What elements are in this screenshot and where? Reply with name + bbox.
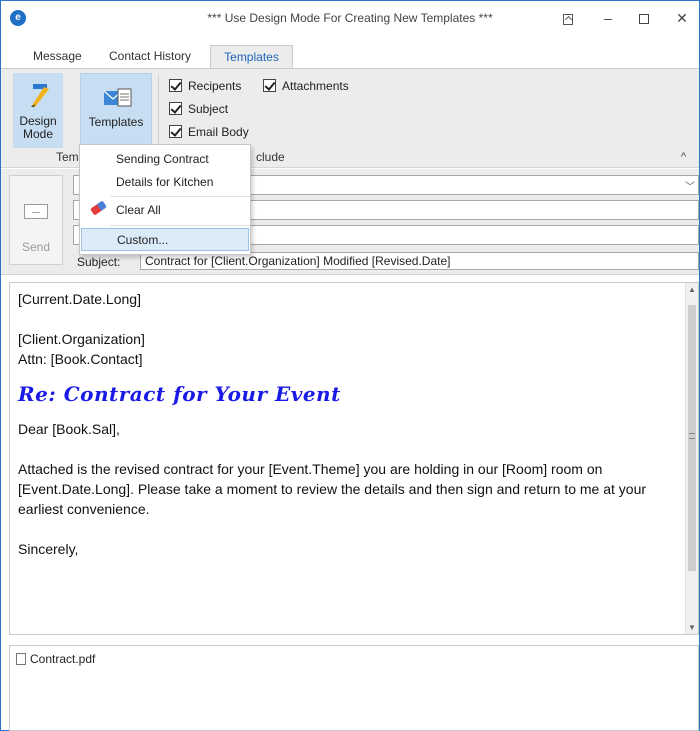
menu-item-custom[interactable]: Custom... [81, 228, 249, 251]
body-attn-line: Attn: [Book.Contact] [18, 351, 143, 367]
window-title: *** Use Design Mode For Creating New Tem… [207, 11, 493, 25]
body-closing: Sincerely, [18, 541, 79, 557]
tab-contact-history[interactable]: Contact History [103, 45, 197, 68]
design-mode-label-line2: Mode [22, 127, 54, 141]
send-button[interactable]: Send [9, 175, 63, 265]
chevron-down-icon[interactable]: ﹀ [685, 178, 695, 193]
email-editor-window: e *** Use Design Mode For Creating New T… [0, 0, 700, 731]
subject-label: Subject: [77, 255, 121, 269]
scroll-down-icon[interactable]: ▼ [688, 623, 696, 632]
email-body-editor[interactable]: [Current.Date.Long] [Client.Organization… [9, 282, 699, 635]
attachments-checkbox[interactable]: Attachments [263, 77, 349, 95]
body-scrollbar[interactable]: ▲ ▼ [685, 283, 698, 634]
menu-item-details-for-kitchen[interactable]: Details for Kitchen [81, 171, 249, 194]
templates-dropdown-menu: Sending Contract Details for Kitchen Cle… [79, 144, 251, 255]
recipients-checkbox[interactable]: Recipents [169, 77, 241, 95]
attachment-item[interactable]: Contract.pdf [16, 652, 95, 666]
email-body-content[interactable]: [Current.Date.Long] [Client.Organization… [18, 289, 683, 559]
email-template-icon [103, 88, 132, 107]
scroll-up-icon[interactable]: ▲ [688, 285, 696, 294]
maximize-icon [639, 14, 649, 24]
close-button[interactable]: ✕ [671, 7, 693, 29]
group-label-include: clude [256, 150, 285, 164]
body-re-line: Re: Contract for Your Event [18, 382, 341, 406]
menu-divider [110, 196, 250, 197]
magic-wand-icon [31, 84, 49, 107]
checkbox-checked-icon [169, 102, 182, 116]
title-bar: e *** Use Design Mode For Creating New T… [1, 1, 699, 37]
body-paragraph: Attached is the revised contract for you… [18, 461, 647, 517]
eraser-icon [90, 200, 107, 216]
checkbox-checked-icon [169, 79, 182, 93]
checkbox-checked-icon [263, 79, 276, 93]
file-icon [16, 652, 26, 665]
body-date-line: [Current.Date.Long] [18, 291, 141, 307]
attachment-name: Contract.pdf [30, 652, 96, 666]
menu-item-sending-contract[interactable]: Sending Contract [81, 148, 249, 171]
tab-templates[interactable]: Templates [210, 45, 293, 68]
templates-dropdown-button[interactable]: Templates ▾ [80, 73, 152, 153]
email-body-checkbox[interactable]: Email Body [169, 123, 249, 141]
menu-item-clear-all[interactable]: Clear All [81, 199, 249, 222]
group-label-templates: Tem [56, 150, 79, 164]
minimize-button[interactable]: – [597, 7, 619, 29]
pin-window-button[interactable] [557, 7, 579, 29]
design-mode-label-line1: Design [19, 114, 57, 128]
envelope-icon [24, 204, 48, 219]
scrollbar-grip-icon [689, 433, 695, 439]
checkbox-checked-icon [169, 125, 182, 139]
maximize-button[interactable] [633, 7, 655, 29]
menu-divider [110, 225, 250, 226]
collapse-ribbon-icon[interactable]: ^ [681, 151, 686, 163]
send-label: Send [21, 240, 51, 254]
pin-icon [563, 14, 573, 25]
tab-message[interactable]: Message [27, 45, 88, 68]
subject-checkbox[interactable]: Subject [169, 100, 228, 118]
body-org-line: [Client.Organization] [18, 331, 145, 347]
design-mode-button[interactable]: Design Mode [13, 73, 63, 148]
ribbon-tabs: Message Contact History Templates [1, 41, 699, 68]
templates-button-label: Templates [88, 115, 144, 129]
attachments-panel: Contract.pdf [9, 645, 699, 731]
body-salutation: Dear [Book.Sal], [18, 421, 120, 437]
